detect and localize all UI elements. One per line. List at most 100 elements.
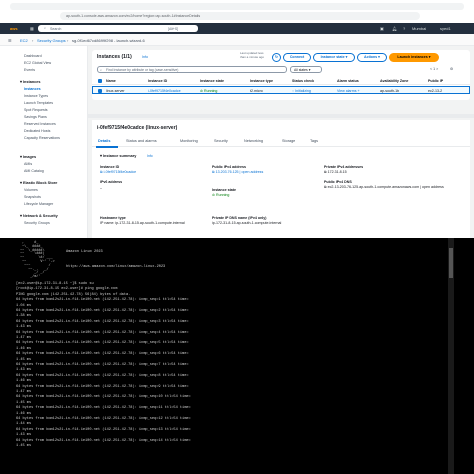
ssh-terminal[interactable]: , #_ ~\_ ####_ ~~ \_#####\ ~~ \###| ~~ \…	[0, 238, 474, 474]
bell-icon[interactable]: 🔔︎	[392, 26, 397, 31]
account-menu[interactable]: syed1	[440, 26, 451, 31]
row-instance-id[interactable]: i-0fef9715f4e0cadce	[148, 89, 181, 93]
sidebar-item-ami-catalog[interactable]: AMI Catalog	[24, 169, 44, 173]
col-availability-zone[interactable]: Availability Zone	[380, 79, 408, 83]
search-placeholder: Search	[50, 26, 62, 31]
instance-search-input[interactable]: ⌕ Find Instance by attribute or tag (cas…	[97, 66, 287, 73]
search-shortcut: [Alt+S]	[168, 26, 179, 31]
help-icon[interactable]: ?	[403, 26, 405, 31]
field-instance-id-value[interactable]: ⧉ i-0fef9715f4e0cadce	[100, 170, 136, 174]
state-filter-select[interactable]: All states ▾	[290, 66, 322, 73]
terminal-line: 1.47 ms	[16, 336, 32, 340]
sidebar-section-instances[interactable]: ▾ Instances	[20, 79, 41, 84]
col-name[interactable]: Name	[106, 79, 116, 83]
col-instance-type[interactable]: Instance type	[250, 79, 273, 83]
terminal-scrollbar[interactable]	[448, 238, 454, 474]
sidebar-item-launch-templates[interactable]: Launch Templates	[24, 101, 53, 105]
tab-monitoring[interactable]: Monitoring	[180, 139, 198, 143]
terminal-line: 64 bytes from bom12s21-in-f14.1e100.net …	[16, 309, 189, 313]
launch-instances-button[interactable]: Launch instances ▾	[389, 53, 439, 62]
scrollbar-thumb[interactable]	[449, 248, 453, 278]
field-hostname-type-value: IP name: ip-172-31-8-15.ap-south-1.compu…	[100, 221, 185, 225]
breadcrumb-ec2[interactable]: EC2	[20, 38, 28, 43]
row-alarm-status[interactable]: View alarms +	[337, 89, 360, 93]
sidebar-item-capacity-reservations[interactable]: Capacity Reservations	[24, 136, 60, 140]
terminal-line: 64 bytes from bom12s21-in-f14.1e100.net …	[16, 438, 191, 443]
actions-button[interactable]: Actions ▾	[357, 53, 387, 62]
table-row[interactable]: linux-server i-0fef9715f4e0cadce ⊘ Runni…	[92, 86, 470, 94]
row-checkbox[interactable]	[98, 88, 102, 93]
sidebar-item-global-view[interactable]: EC2 Global View	[24, 61, 51, 65]
field-ipv6-label: IPv6 address	[100, 180, 123, 184]
address-bar[interactable]: ap-south-1.console.aws.amazon.com/ec2/ho…	[60, 12, 420, 20]
tab-networking[interactable]: Networking	[244, 139, 263, 143]
sidebar-item-events[interactable]: Events	[24, 68, 35, 72]
tab-security[interactable]: Security	[214, 139, 228, 143]
terminal-line: 1.45 ms	[16, 444, 32, 448]
sidebar-item-instances[interactable]: Instances	[24, 87, 41, 91]
col-instance-state[interactable]: Instance state	[200, 79, 224, 83]
sidebar-item-dashboard[interactable]: Dashboard	[24, 54, 42, 58]
terminal-line: 1.38 ms	[16, 314, 32, 319]
row-public-ip: ec2-13-2	[428, 88, 443, 93]
sidebar-item-lifecycle-manager[interactable]: Lifecycle Manager	[24, 202, 53, 206]
terminal-line: [ec2-user@ip-172-31-8-15 ~]$ sudo su	[16, 282, 94, 286]
instances-info-link[interactable]: Info	[142, 55, 148, 59]
col-status-check[interactable]: Status check	[292, 79, 314, 83]
sidebar-item-spot-requests[interactable]: Spot Requests	[24, 108, 48, 112]
row-availability-zone: ap-south-1b	[380, 88, 400, 93]
sidebar-item-snapshots[interactable]: Snapshots	[24, 195, 41, 199]
terminal-line: 1.45 ms	[16, 357, 32, 362]
instance-state-button[interactable]: Instance state ▾	[313, 53, 355, 62]
region-selector[interactable]: Mumbai	[412, 26, 426, 31]
breadcrumb: ☰ EC2 › Security Groups › sg-0f1ed67cd86…	[0, 34, 474, 46]
details-title: i-0fef9715f4e0cadce (linux-server)	[97, 125, 178, 131]
sidebar-section-images[interactable]: ▾ Images	[20, 154, 36, 159]
tab-tags[interactable]: Tags	[310, 139, 318, 143]
terminal-line: 64 bytes from bom12s21-in-f14.1e100.net …	[16, 330, 189, 335]
connect-button[interactable]: Connect	[283, 53, 311, 62]
sidebar-item-security-groups[interactable]: Security Groups	[24, 221, 50, 225]
menu-icon[interactable]: ☰	[8, 38, 12, 43]
services-menu-icon[interactable]: ▦	[30, 26, 34, 31]
instance-summary-heading[interactable]: ▾ Instance summary	[100, 153, 136, 158]
terminal-line: 64 bytes from bom12s21-in-f14.1e100.net …	[16, 363, 189, 367]
terminal-line: 64 bytes from bom12s21-in-f14.1e100.net …	[16, 373, 189, 378]
settings-gear-icon[interactable]: ⚙	[450, 67, 453, 71]
sidebar-section-ebs[interactable]: ▾ Elastic Block Store	[20, 180, 57, 185]
sidebar-item-amis[interactable]: AMIs	[24, 162, 32, 166]
sidebar-section-network-security[interactable]: ▾ Network & Security	[20, 213, 58, 218]
field-private-dns-value: ip-172-31-8-15.ap-south-1.compute.intern…	[212, 221, 282, 225]
col-alarm-status[interactable]: Alarm status	[337, 79, 359, 83]
sidebar-item-reserved-instances[interactable]: Reserved Instances	[24, 122, 56, 126]
select-all-checkbox[interactable]	[98, 78, 102, 83]
tab-storage[interactable]: Storage	[282, 139, 295, 143]
field-private-dns-label: Private IP DNS name (IPv4 only)	[212, 216, 267, 220]
terminal-line: 64 bytes from bom12s21-in-f14.1e100.net …	[16, 427, 191, 432]
console-search-input[interactable]: ⌕ Search [Alt+S]	[38, 25, 198, 32]
tab-details[interactable]: Details	[98, 139, 110, 143]
refresh-button[interactable]: ↻	[272, 53, 281, 62]
last-updated-text: Last updated less than a minute ago	[240, 51, 265, 59]
col-instance-id[interactable]: Instance ID	[148, 79, 167, 83]
breadcrumb-security-groups[interactable]: Security Groups	[37, 38, 66, 43]
browser-tabstrip	[10, 3, 464, 10]
cloudshell-icon[interactable]: ▣	[380, 26, 384, 31]
field-public-ipv4-value[interactable]: ⧉ 13.203.76.125 | open address	[212, 170, 263, 174]
summary-info-link[interactable]: Info	[147, 154, 153, 158]
sidebar-item-instance-types[interactable]: Instance Types	[24, 94, 48, 98]
sidebar-item-savings-plans[interactable]: Savings Plans	[24, 115, 47, 119]
sidebar-item-dedicated-hosts[interactable]: Dedicated Hosts	[24, 129, 50, 133]
row-instance-type: t2.micro	[250, 88, 263, 93]
col-public-ip[interactable]: Public IP	[428, 79, 443, 83]
aws-logo[interactable]: aws	[10, 26, 18, 31]
main-content: Instances (1/1) Info Last updated less t…	[88, 46, 474, 238]
row-instance-state: ⊘ Running	[200, 88, 218, 93]
split-pane-divider[interactable]	[88, 114, 474, 118]
pagination[interactable]: < 1 >	[430, 67, 438, 71]
terminal-line: 1.45 ms	[16, 400, 32, 405]
tab-status-alarms[interactable]: Status and alarms	[126, 139, 157, 143]
terminal-line: 1.46 ms	[16, 411, 32, 416]
sidebar-item-volumes[interactable]: Volumes	[24, 188, 38, 192]
breadcrumb-separator: ›	[67, 37, 69, 43]
